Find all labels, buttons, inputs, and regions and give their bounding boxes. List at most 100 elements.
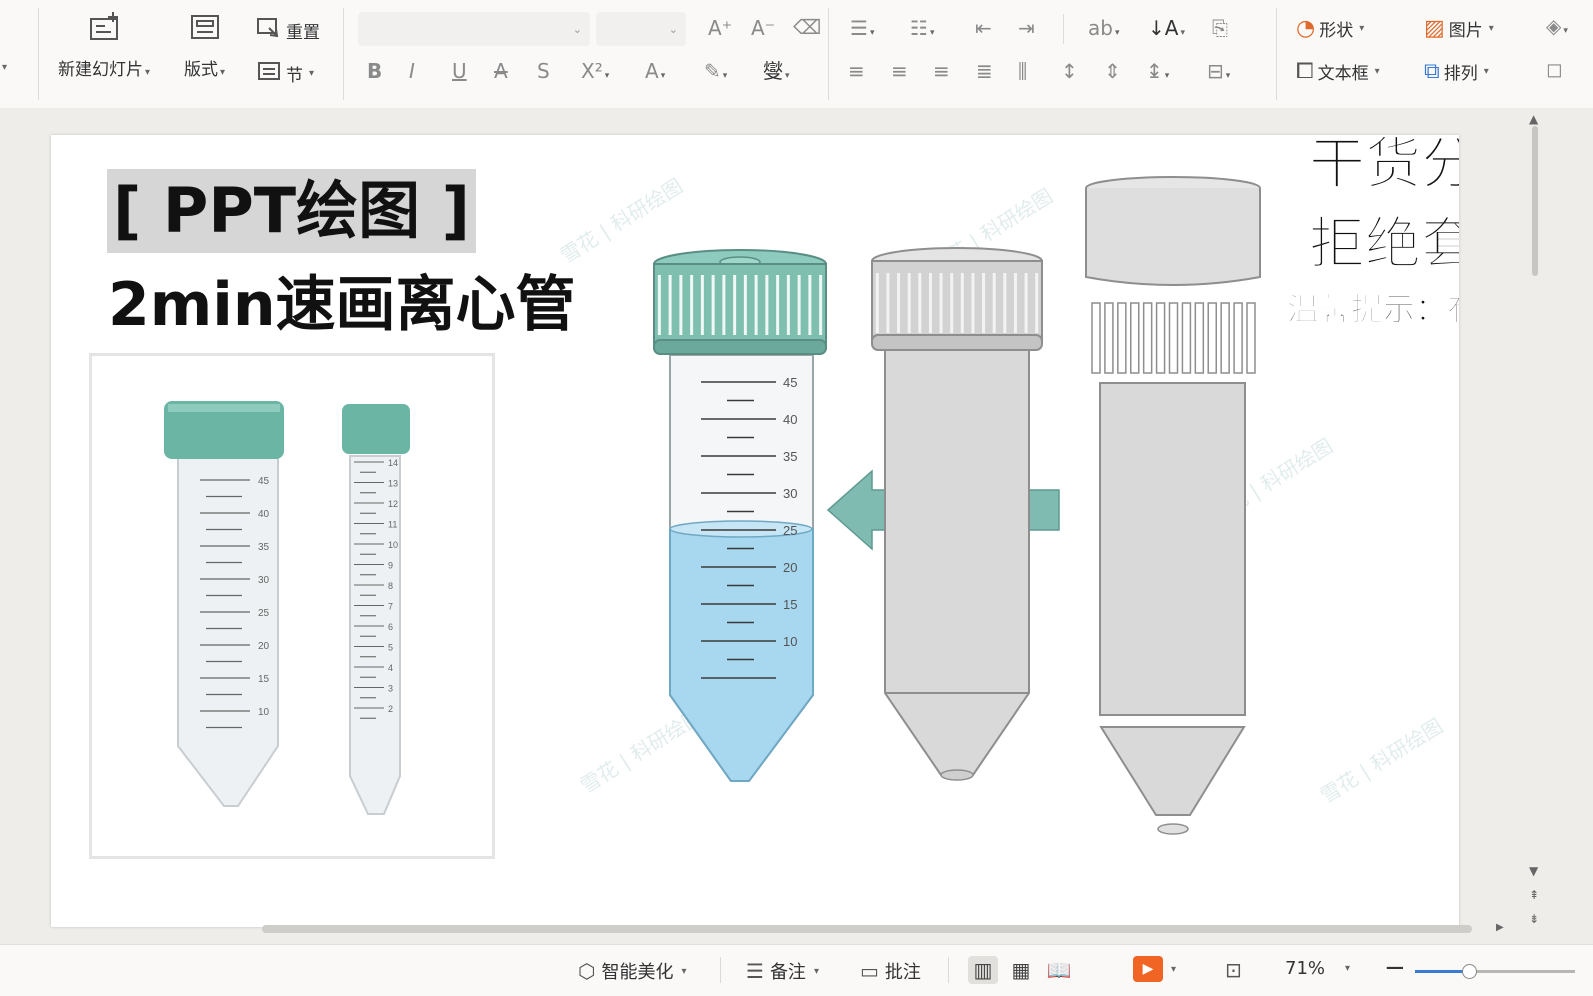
next-slide-icon[interactable]: ⇟ <box>1529 912 1539 926</box>
chevron-down-icon: ▾ <box>813 965 819 977</box>
zoom-value: 71% <box>1285 958 1326 979</box>
text-direction-icon[interactable]: ↓A ▾ <box>1148 18 1185 38</box>
increase-indent-icon[interactable]: ⇥ <box>1018 18 1035 38</box>
shape-button[interactable]: ◔ 形状 ▾ <box>1296 16 1364 41</box>
align-right-icon[interactable]: ≡ <box>933 61 950 81</box>
ribbon-toolbar: ▾ 新建幻灯片 ▾ 版式 ▾ 重置 节 ▾ ⌄ ⌄ A⁺ A⁻ ⌫ B I U A S… <box>0 0 1593 109</box>
bold-icon[interactable]: B <box>367 61 382 81</box>
font-name-combo[interactable]: ⌄ <box>358 12 590 46</box>
beautify-button[interactable]: ⬡ 智能美化 ▾ <box>578 958 687 984</box>
new-slide-icon <box>87 10 121 49</box>
grey-centrifuge-tube[interactable] <box>871 247 1043 781</box>
distributed-icon[interactable]: ⫼ <box>1018 61 1027 81</box>
columns-icon[interactable]: ⊟ ▾ <box>1207 61 1230 81</box>
ribbon-separator <box>1276 8 1277 100</box>
underline-icon[interactable]: U <box>452 61 467 81</box>
status-separator <box>948 957 949 983</box>
align-center-icon[interactable]: ≡ <box>891 61 908 81</box>
notes-icon: ☰ <box>746 959 764 983</box>
scroll-thumb[interactable] <box>1532 126 1538 276</box>
section-label: 节 <box>286 66 303 86</box>
scale-label: 30 <box>783 486 797 501</box>
numbering-icon[interactable]: ☷ ▾ <box>910 18 934 38</box>
align-left-icon[interactable]: ≡ <box>848 61 865 81</box>
reading-view-icon[interactable]: 📖 <box>1044 956 1074 984</box>
line-spacing-icon[interactable]: ↕ <box>1061 61 1078 81</box>
phonetic-guide-icon[interactable]: 燮 ▾ <box>763 61 790 81</box>
zoom-slider[interactable] <box>1415 964 1575 979</box>
overlay-tip: 温馨提示：有声视频 <box>1286 290 1459 329</box>
play-icon: ▶ <box>1133 956 1163 982</box>
colored-centrifuge-tube[interactable]: 45 40 35 30 25 20 15 10 <box>653 249 827 782</box>
reset-label: 重置 <box>286 23 320 43</box>
shadow-text-icon[interactable]: S <box>537 61 550 81</box>
reset-button[interactable]: 重置 <box>256 16 320 45</box>
outline-icon[interactable]: ◻ <box>1546 59 1563 79</box>
font-color-icon[interactable]: A ▾ <box>645 61 665 81</box>
section-button[interactable]: 节 ▾ <box>256 59 314 88</box>
shape-label: 形状 <box>1319 21 1354 41</box>
scroll-up-icon[interactable]: ▲ <box>1529 112 1538 126</box>
notes-button[interactable]: ☰ 备注 ▾ <box>746 958 819 984</box>
paragraph-spacing-icon[interactable]: ⇕ <box>1104 61 1121 81</box>
chevron-down-icon: ▾ <box>1483 66 1489 77</box>
slide[interactable]: 雪花 | 科研绘图 雪花 | 科研绘图 雪花 | 科研绘图 雪花 | 科研绘图 … <box>51 135 1459 927</box>
cap-rib <box>1142 302 1153 374</box>
exploded-tube-parts[interactable] <box>1085 176 1261 835</box>
chevron-down-icon: ▾ <box>145 67 151 78</box>
new-slide-button[interactable]: 新建幻灯片 ▾ <box>58 10 150 80</box>
superscript-icon[interactable]: X² ▾ <box>581 61 609 81</box>
highlight-icon[interactable]: ✎ ▾ <box>704 61 727 81</box>
scroll-thumb[interactable] <box>262 925 1472 933</box>
comment-button[interactable]: ▭ 批注 <box>860 958 921 984</box>
cap-rib <box>1104 302 1114 374</box>
vertical-scrollbar[interactable]: ▲ ▼ ⇞ ⇟ <box>1524 112 1546 942</box>
cap-rib <box>1207 302 1217 374</box>
convert-icon[interactable]: ⎘ <box>1212 18 1228 38</box>
zoom-select[interactable]: 71% ▾ <box>1285 958 1350 979</box>
zoom-knob[interactable] <box>1462 964 1478 979</box>
scale-label: 20 <box>783 560 797 575</box>
scale-label: 25 <box>783 523 797 538</box>
normal-view-icon[interactable]: ▥ <box>968 956 998 984</box>
beautify-icon: ⬡ <box>578 959 596 983</box>
fit-window-icon: ⊡ <box>1225 958 1242 982</box>
strikethrough-icon[interactable]: A <box>494 61 508 81</box>
picture-label: 图片 <box>1448 21 1483 41</box>
comment-label: 批注 <box>884 962 921 983</box>
picture-button[interactable]: ▨ 图片 ▾ <box>1424 16 1494 41</box>
spacing-menu-icon[interactable]: ↨ ▾ <box>1146 61 1169 81</box>
bullets-icon[interactable]: ☰ ▾ <box>850 18 874 38</box>
layout-icon <box>188 10 222 49</box>
text-wrap-icon[interactable]: ab ▾ <box>1088 18 1119 38</box>
cap-rib <box>1155 302 1166 374</box>
increase-font-icon[interactable]: A⁺ <box>708 18 732 38</box>
ribbon-overflow-left[interactable]: ▾ <box>0 62 7 73</box>
fit-window-button[interactable]: ⊡ <box>1225 958 1242 982</box>
scale-label: 10 <box>783 634 797 649</box>
arrange-label: 排列 <box>1443 64 1478 84</box>
font-size-combo[interactable]: ⌄ <box>596 12 686 46</box>
chevron-down-icon: ▾ <box>681 965 687 977</box>
italic-icon[interactable]: I <box>409 61 415 81</box>
decrease-indent-icon[interactable]: ⇤ <box>975 18 992 38</box>
decrease-font-icon[interactable]: A⁻ <box>751 18 775 38</box>
horizontal-scrollbar[interactable]: ▶ <box>262 922 1504 935</box>
slide-sorter-icon[interactable]: ▦ <box>1006 956 1036 984</box>
clear-format-icon[interactable]: ⌫ <box>793 17 821 37</box>
zoom-out-button[interactable]: − <box>1384 953 1406 983</box>
notes-label: 备注 <box>769 962 806 983</box>
layout-button[interactable]: 版式 ▾ <box>184 10 225 80</box>
justify-icon[interactable]: ≣ <box>976 61 993 81</box>
cap-rib <box>1117 302 1127 374</box>
scroll-down-icon[interactable]: ▼ <box>1529 864 1538 878</box>
scroll-right-icon[interactable]: ▶ <box>1496 922 1504 933</box>
chevron-down-icon: ▾ <box>309 68 315 79</box>
fill-icon[interactable]: ◈ ▾ <box>1546 16 1568 36</box>
chevron-down-icon: ▾ <box>1359 23 1365 34</box>
arrange-button[interactable]: ⧉ 排列 ▾ <box>1424 59 1489 84</box>
textbox-button[interactable]: ⧠ 文本框 ▾ <box>1296 59 1380 84</box>
prev-slide-icon[interactable]: ⇞ <box>1529 888 1539 902</box>
cap-rib <box>1091 302 1101 374</box>
slideshow-button[interactable]: ▶ ▾ <box>1133 956 1176 982</box>
